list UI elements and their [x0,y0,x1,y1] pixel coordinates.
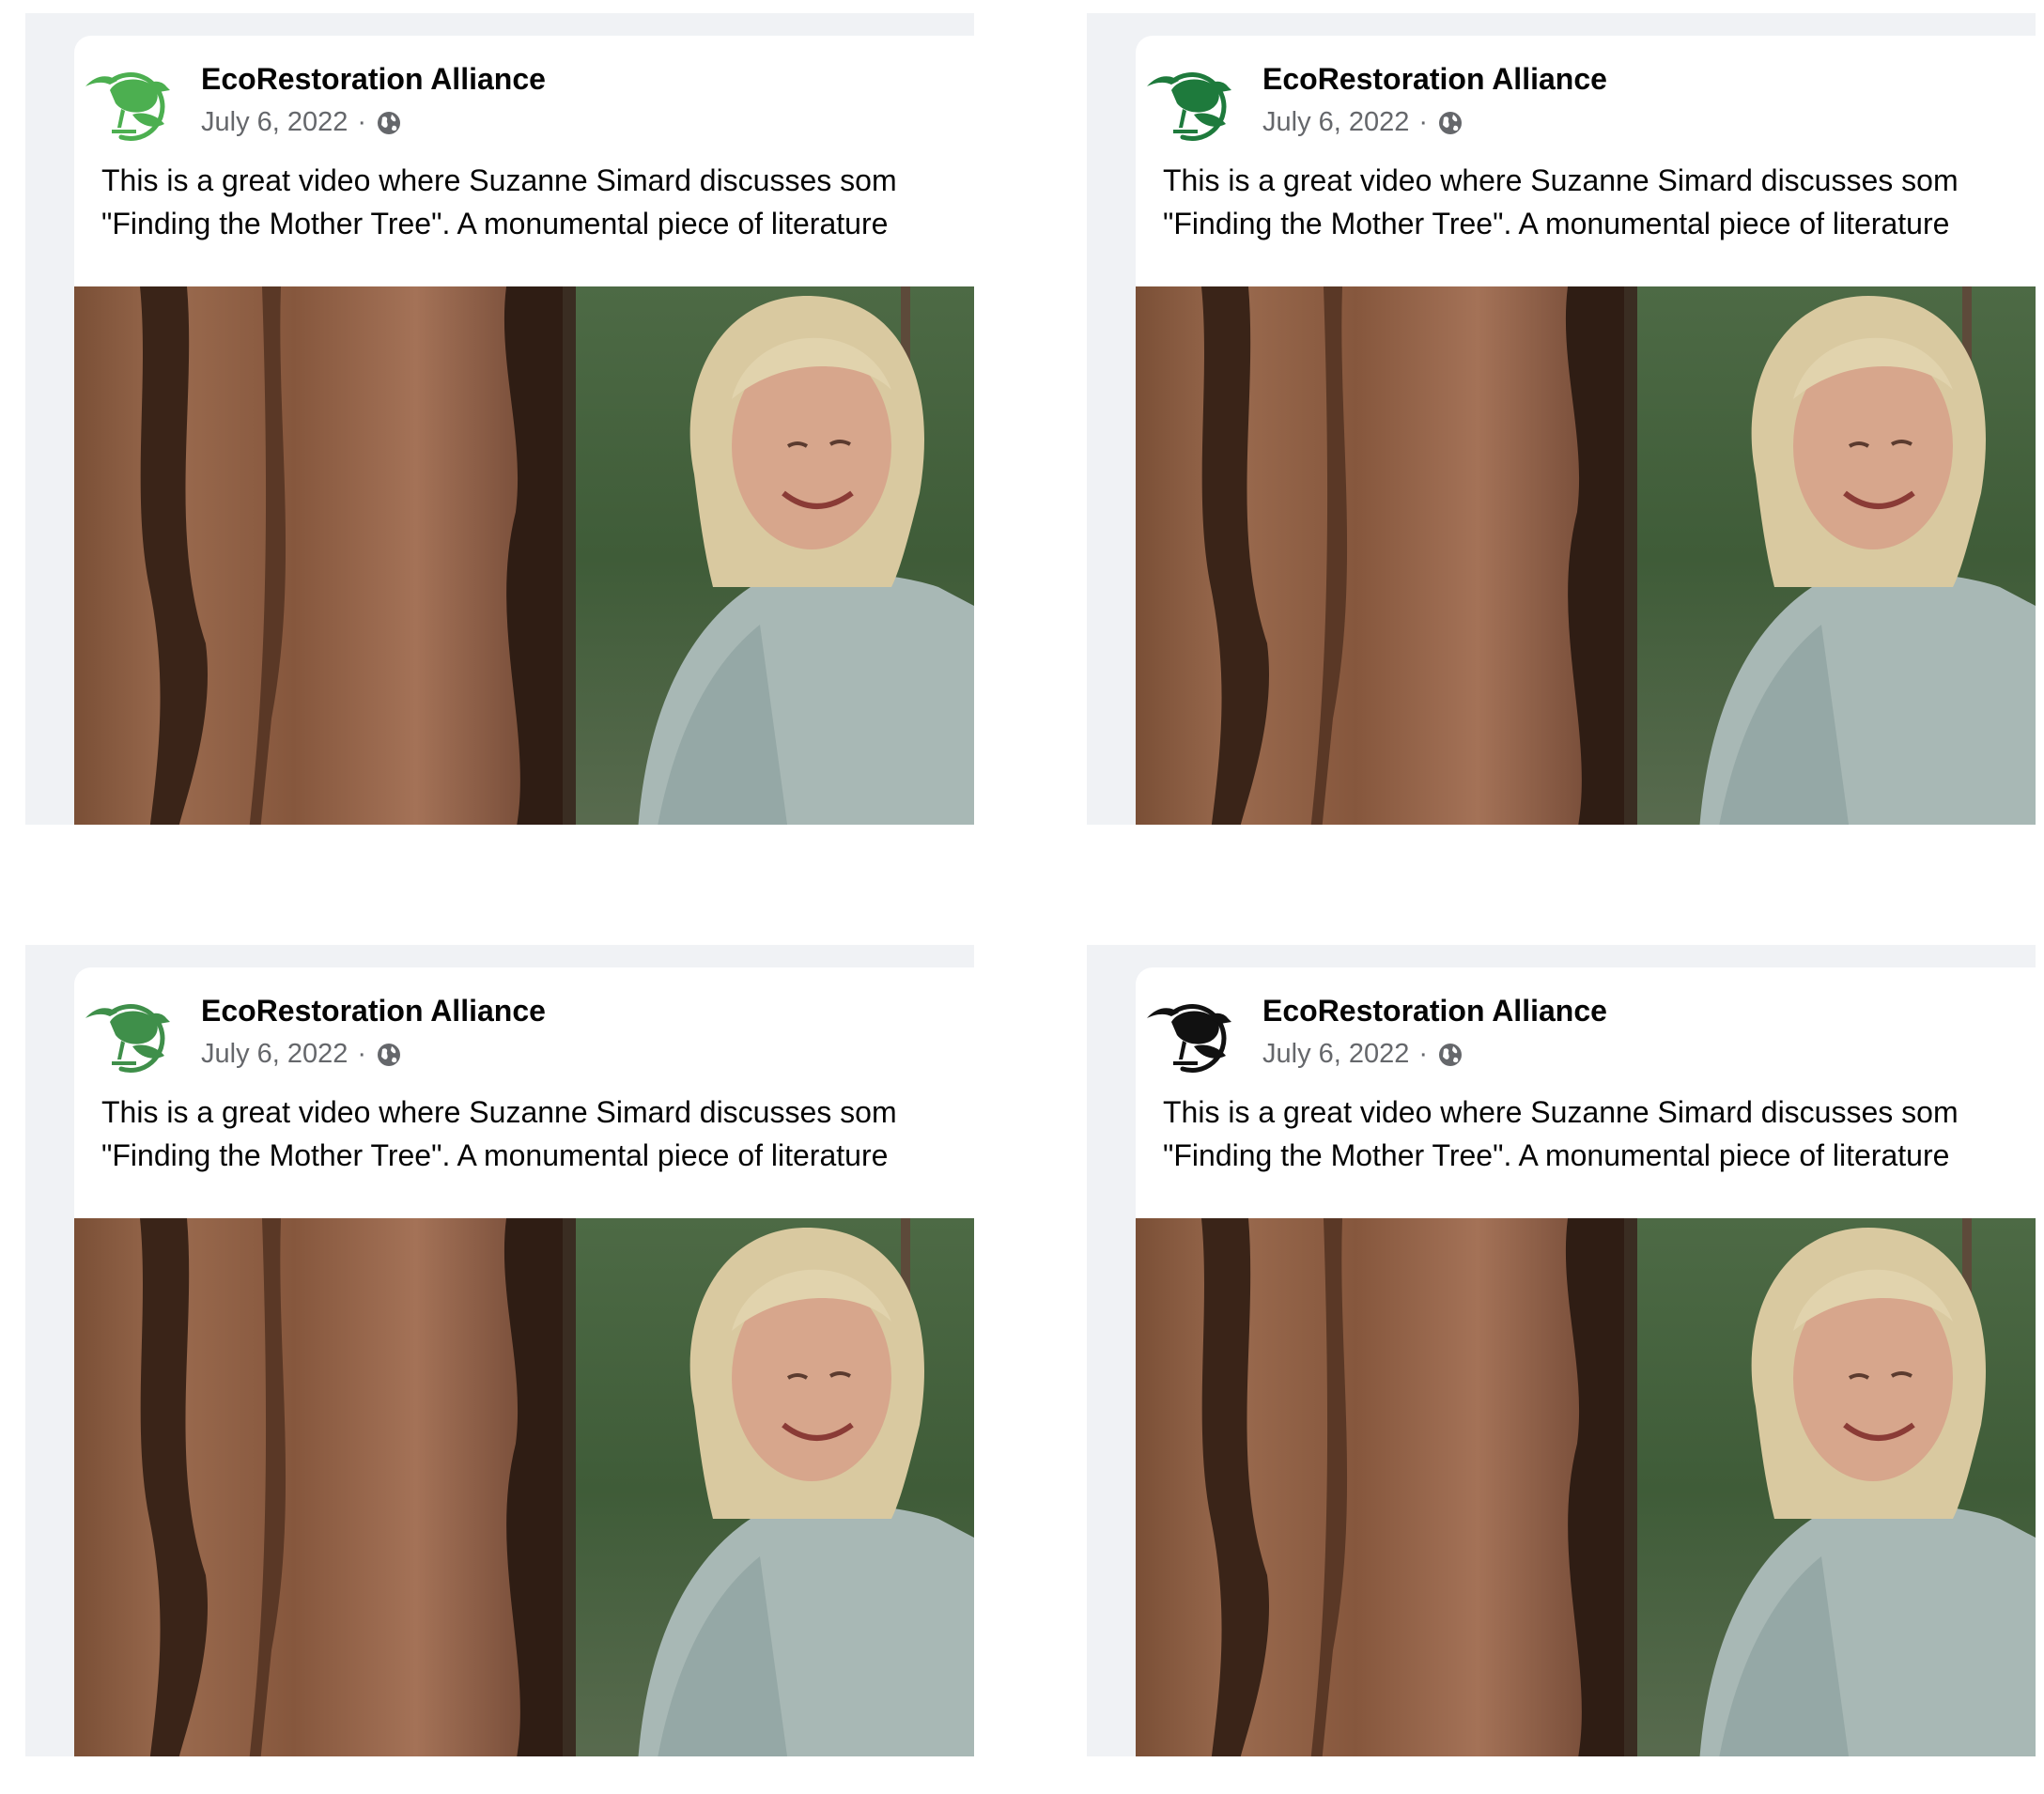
post-text: This is a great video where Suzanne Sima… [101,159,974,245]
post-text-line-1: This is a great video where Suzanne Sima… [1163,1095,1959,1129]
post-panel-3: EcoRestoration Alliance July 6, 2022 · T… [25,945,974,1756]
meta-separator: · [1418,1039,1429,1069]
video-thumbnail[interactable] [74,286,974,825]
post-text-line-1: This is a great video where Suzanne Sima… [101,163,897,197]
post-text-line-2: "Finding the Mother Tree". A monumental … [1163,1138,1950,1172]
bird-logo-icon [1147,72,1231,141]
globe-icon[interactable] [1437,110,1463,136]
video-thumbnail[interactable] [74,1218,974,1756]
post-card: EcoRestoration Alliance July 6, 2022 · T… [74,967,974,1756]
page-name-link[interactable]: EcoRestoration Alliance [1262,994,1607,1028]
post-panel-4: EcoRestoration Alliance July 6, 2022 · T… [1087,945,2036,1756]
video-thumbnail[interactable] [1136,286,2036,825]
globe-icon[interactable] [376,1042,402,1068]
globe-icon[interactable] [1437,1042,1463,1068]
meta-separator: · [1418,107,1429,137]
video-thumbnail-image [74,1218,974,1756]
post-card: EcoRestoration Alliance July 6, 2022 · T… [1136,36,2036,825]
meta-separator: · [357,1039,367,1069]
meta-separator: · [357,107,367,137]
post-text: This is a great video where Suzanne Sima… [1163,159,2036,245]
post-text-line-2: "Finding the Mother Tree". A monumental … [1163,207,1950,240]
post-date-link[interactable]: July 6, 2022 [1262,1039,1409,1070]
page-name-link[interactable]: EcoRestoration Alliance [1262,62,1607,97]
page-avatar[interactable] [1145,62,1243,145]
post-text-line-2: "Finding the Mother Tree". A monumental … [101,207,889,240]
post-text-line-1: This is a great video where Suzanne Sima… [101,1095,897,1129]
post-meta: July 6, 2022 · [1262,107,1463,138]
post-panel-1: EcoRestoration Alliance July 6, 2022 · T… [25,13,974,825]
post-date-link[interactable]: July 6, 2022 [1262,107,1409,138]
post-text: This is a great video where Suzanne Sima… [101,1090,974,1177]
post-panel-2: EcoRestoration Alliance July 6, 2022 · T… [1087,13,2036,825]
post-meta: July 6, 2022 · [201,1039,402,1070]
bird-logo-icon [85,72,170,141]
page-name-link[interactable]: EcoRestoration Alliance [201,62,546,97]
post-meta: July 6, 2022 · [1262,1039,1463,1070]
post-card: EcoRestoration Alliance July 6, 2022 · T… [74,36,974,825]
page-avatar[interactable] [1145,994,1243,1076]
video-thumbnail[interactable] [1136,1218,2036,1756]
post-date-link[interactable]: July 6, 2022 [201,1039,348,1070]
post-text-line-1: This is a great video where Suzanne Sima… [1163,163,1959,197]
video-thumbnail-image [74,286,974,825]
bird-logo-icon [85,1004,170,1073]
post-text-line-2: "Finding the Mother Tree". A monumental … [101,1138,889,1172]
post-meta: July 6, 2022 · [201,107,402,138]
globe-icon[interactable] [376,110,402,136]
video-thumbnail-image [1136,1218,2036,1756]
post-date-link[interactable]: July 6, 2022 [201,107,348,138]
page-avatar[interactable] [84,994,181,1076]
bird-logo-icon [1147,1004,1231,1073]
page-name-link[interactable]: EcoRestoration Alliance [201,994,546,1028]
post-card: EcoRestoration Alliance July 6, 2022 · T… [1136,967,2036,1756]
page-avatar[interactable] [84,62,181,145]
video-thumbnail-image [1136,286,2036,825]
post-text: This is a great video where Suzanne Sima… [1163,1090,2036,1177]
